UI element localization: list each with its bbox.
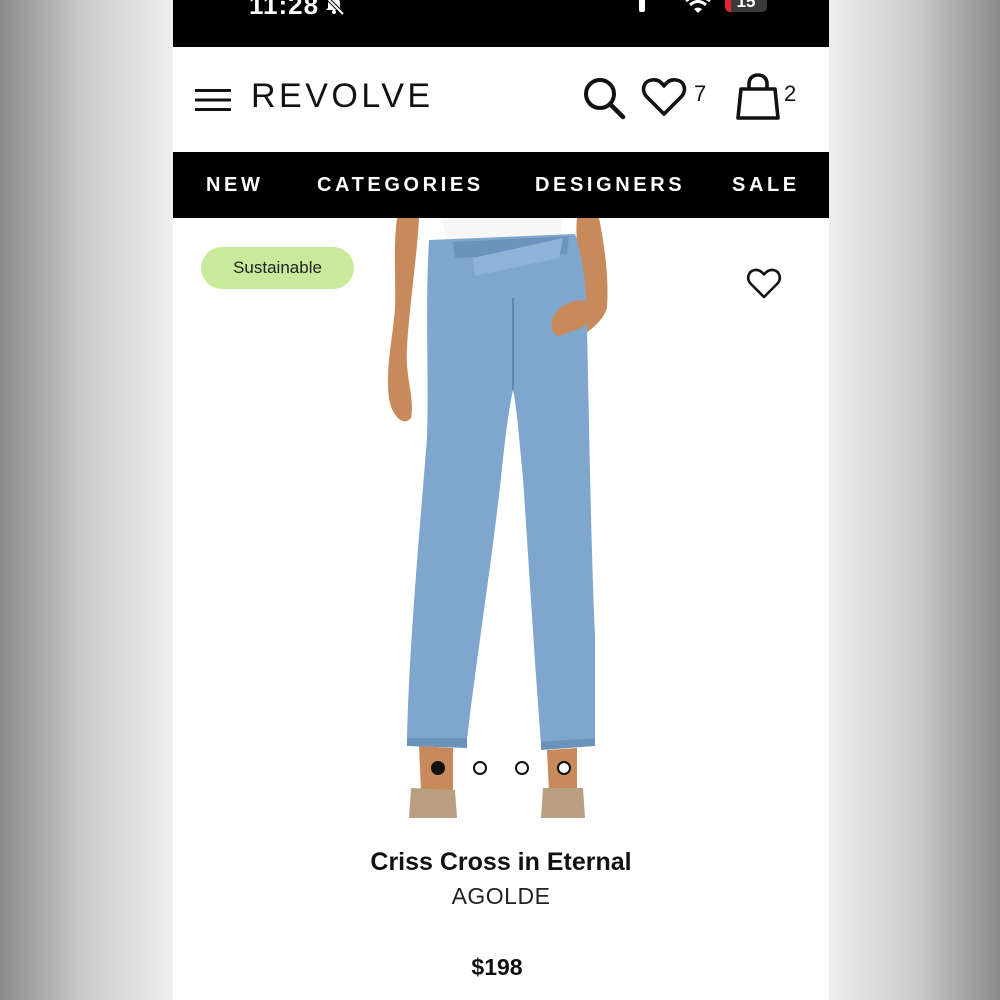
menu-icon[interactable] xyxy=(195,88,231,112)
product-image-carousel[interactable]: Sustainable xyxy=(173,218,829,840)
search-icon[interactable] xyxy=(581,75,627,121)
nav-item-new[interactable]: NEW xyxy=(206,174,263,197)
carousel-dot[interactable] xyxy=(473,761,487,775)
nav-item-categories[interactable]: CATEGORIES xyxy=(317,174,484,197)
product-name[interactable]: Criss Cross in Eternal xyxy=(173,848,829,877)
brand-logo[interactable]: REVOLVE xyxy=(251,77,434,116)
bag-count: 2 xyxy=(784,81,797,106)
favorite-heart-icon[interactable] xyxy=(746,266,782,300)
carousel-dot[interactable] xyxy=(431,761,445,775)
carousel-dot[interactable] xyxy=(515,761,529,775)
site-header: REVOLVE 7 2 xyxy=(173,47,829,152)
wifi-icon xyxy=(685,0,711,13)
nav-item-sale[interactable]: SALE xyxy=(732,174,800,197)
status-bar: 11:28 15 xyxy=(173,0,829,47)
product-brand[interactable]: AGOLDE xyxy=(173,883,829,910)
product-price: $198 xyxy=(471,954,523,980)
category-nav: NEW CATEGORIES DESIGNERS SALE xyxy=(173,152,829,218)
sustainable-badge: Sustainable xyxy=(201,247,354,289)
phone-screen: 11:28 15 REVOLVE 7 2 NEW CATEGORIES DESI… xyxy=(173,0,829,1000)
heart-icon[interactable] xyxy=(641,77,687,117)
wishlist-count: 7 xyxy=(694,81,707,106)
status-time: 11:28 xyxy=(249,0,320,20)
carousel-dot[interactable] xyxy=(557,761,571,775)
nav-item-designers[interactable]: DESIGNERS xyxy=(535,174,685,197)
bag-icon[interactable] xyxy=(735,73,781,121)
battery-level-text: 15 xyxy=(736,0,756,11)
bell-off-icon xyxy=(326,0,345,16)
signal-icon xyxy=(639,0,645,12)
battery-icon: 15 xyxy=(725,0,767,12)
product-image xyxy=(387,218,608,818)
